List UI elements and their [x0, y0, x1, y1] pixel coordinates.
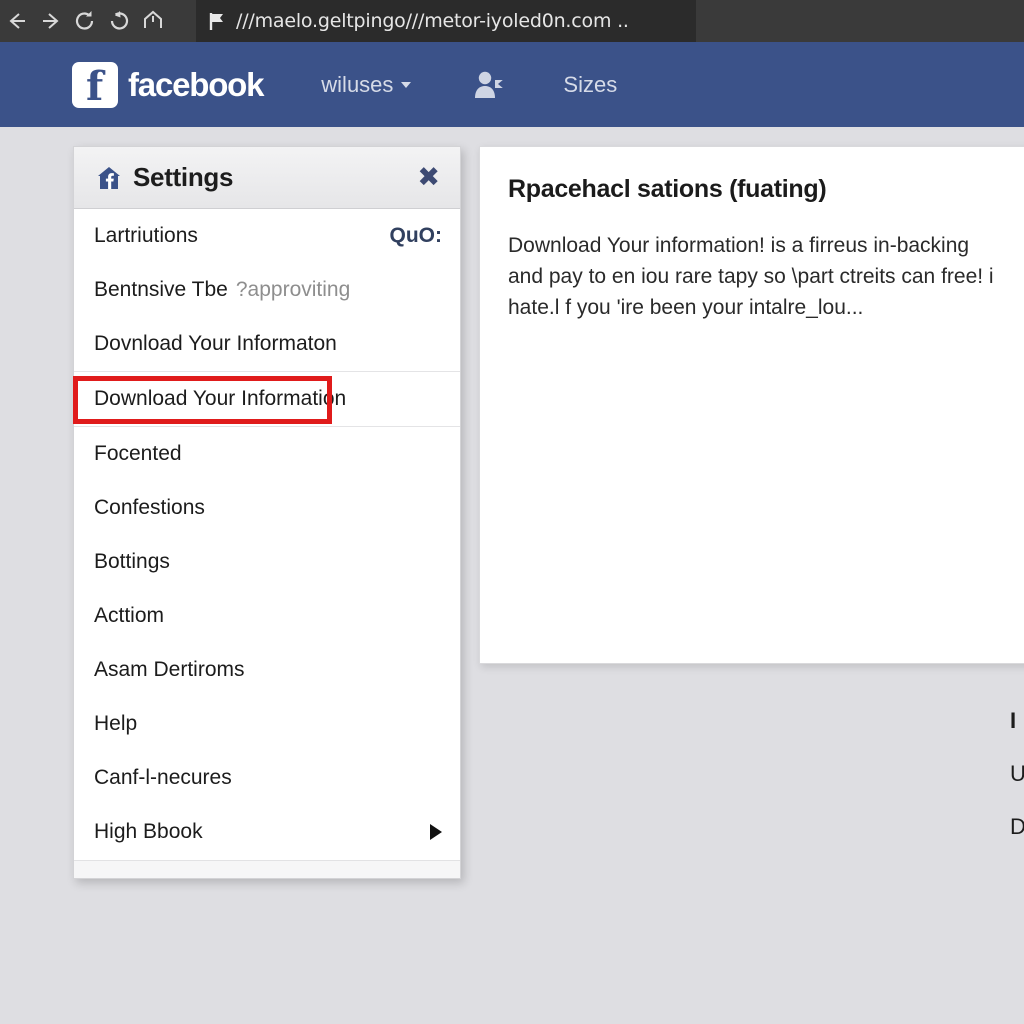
menu-item-label: Dovnload Your Informaton: [94, 332, 337, 355]
facebook-logo[interactable]: f facebook: [72, 61, 264, 108]
settings-menu-item-focented[interactable]: Focented: [74, 427, 460, 481]
menu-item-label: Help: [94, 712, 138, 735]
menu-item-label: Lartriutions: [94, 224, 198, 247]
settings-menu-item-confestions[interactable]: Confestions: [74, 481, 460, 535]
edge-text-fragment-3: D: [1010, 814, 1024, 839]
browser-toolbar: ///maelo.geltpingo///metor-iyoled0n.com …: [0, 0, 1024, 42]
nav-item-sizes[interactable]: Sizes: [563, 72, 617, 98]
flag-icon: [208, 11, 226, 31]
content-panel-title: Rpacehacl sations (fuating): [508, 175, 827, 203]
settings-panel: Settings ✖ Lartriutions QuO: Bentnsive T…: [73, 146, 461, 879]
settings-menu-item-high-bbook[interactable]: High Bbook: [74, 805, 460, 859]
address-bar-text: ///maelo.geltpingo///metor-iyoled0n.com …: [236, 10, 629, 32]
home-icon[interactable]: [136, 0, 170, 42]
nav-item-wiluses[interactable]: wiluses: [321, 71, 412, 98]
menu-item-label: Bottings: [94, 550, 170, 573]
reload-icon[interactable]: [68, 0, 102, 42]
nav-item-sizes-label: Sizes: [563, 71, 618, 97]
facebook-logo-letter: f: [86, 62, 104, 108]
chevron-down-icon: [401, 81, 412, 88]
menu-item-label: Acttiom: [94, 604, 165, 627]
edge-text-fragment-2: U: [1010, 761, 1024, 786]
reload-alt-icon[interactable]: [102, 0, 136, 42]
address-bar[interactable]: ///maelo.geltpingo///metor-iyoled0n.com …: [196, 0, 696, 42]
menu-item-label: Canf-l-necures: [94, 766, 232, 789]
menu-item-label-suffix: tion: [312, 387, 347, 410]
settings-menu-item-bottings[interactable]: Bottings: [74, 535, 460, 589]
facebook-wordmark: facebook: [128, 65, 264, 103]
content-panel-body: Download Your information! is a firreus …: [508, 234, 994, 319]
settings-menu-item-dovnload-your-informaton[interactable]: Dovnload Your Informaton: [74, 317, 460, 371]
menu-item-label: High Bbook: [94, 820, 203, 843]
settings-menu-item-acttiom[interactable]: Acttiom: [74, 589, 460, 643]
menu-item-label: Focented: [94, 442, 182, 465]
facebook-header-bar: f facebook wiluses Sizes: [0, 42, 1024, 127]
facebook-logo-icon: f: [72, 61, 118, 108]
chevron-right-icon: [430, 824, 442, 840]
back-arrow-icon[interactable]: [0, 0, 34, 42]
settings-menu-item-bentnsive-tbe[interactable]: Bentnsive Tbe ?approviting: [74, 263, 460, 317]
settings-menu-item-asam-dertiroms[interactable]: Asam Dertiroms: [74, 643, 460, 697]
menu-item-sublabel: ?approviting: [235, 278, 351, 301]
settings-menu-item-lartriutions[interactable]: Lartriutions QuO:: [74, 209, 460, 263]
nav-item-wiluses-label: wiluses: [321, 71, 394, 97]
menu-item-label: Download Your Informa: [94, 387, 313, 410]
settings-menu-item-download-your-information[interactable]: Download Your Informa tion: [74, 372, 460, 426]
facebook-home-icon: [98, 166, 120, 189]
menu-item-label: Asam Dertiroms: [94, 658, 245, 681]
menu-item-label: Confestions: [94, 496, 205, 519]
content-panel: Rpacehacl sations (fuating) Download You…: [479, 146, 1024, 664]
menu-item-label: Bentnsive Tbe: [94, 278, 228, 301]
forward-arrow-icon[interactable]: [34, 0, 68, 42]
settings-panel-header: Settings ✖: [74, 147, 460, 209]
settings-menu-item-canf-l-necures[interactable]: Canf-l-necures: [74, 751, 460, 805]
settings-menu-item-help[interactable]: Help: [74, 697, 460, 751]
edge-text-fragment-1: I: [1010, 708, 1017, 733]
close-icon[interactable]: ✖: [417, 164, 440, 191]
settings-panel-title: Settings: [133, 162, 234, 192]
settings-panel-footer: [74, 860, 460, 878]
friend-request-icon[interactable]: [471, 68, 505, 102]
status-badge: QuO:: [389, 224, 443, 247]
